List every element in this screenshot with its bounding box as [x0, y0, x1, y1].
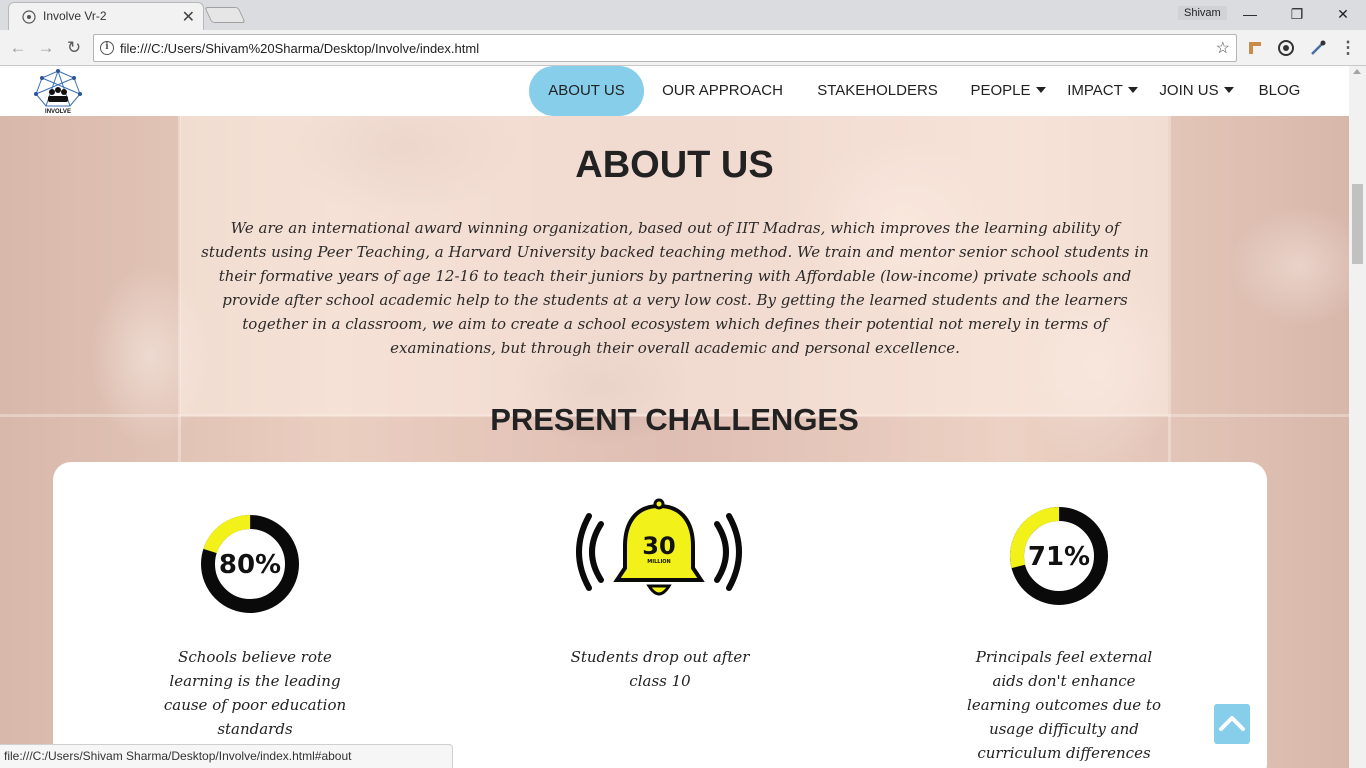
profile-button[interactable]: Shivam [1178, 6, 1227, 20]
page-viewport: INVOLVE ABOUT US OUR APPROACH STAKEHOLDE… [0, 66, 1349, 768]
nav-impact-label: IMPACT [1067, 82, 1123, 99]
restore-button[interactable]: ❐ [1277, 3, 1317, 25]
back-icon[interactable]: ← [7, 37, 29, 59]
logo-text: INVOLVE [45, 109, 71, 115]
caret-down-icon [1127, 87, 1138, 94]
back-to-top-button[interactable] [1214, 704, 1250, 744]
stat-value: 30 [642, 532, 675, 560]
eyedropper-icon[interactable] [1309, 39, 1327, 57]
window-close-button[interactable]: ✕ [1323, 3, 1363, 25]
record-extension-icon[interactable] [1277, 39, 1295, 57]
stat-donut-80: 80% [201, 515, 299, 613]
address-bar[interactable]: i file:///C:/Users/Shivam%20Sharma/Deskt… [93, 34, 1237, 62]
nav-people-label: PEOPLE [970, 82, 1031, 99]
stat-value: 71% [1028, 542, 1090, 572]
nav-join-us[interactable]: JOIN US [1155, 66, 1238, 116]
page-scrollbar[interactable] [1349, 66, 1366, 768]
scroll-thumb[interactable] [1352, 184, 1363, 264]
browser-titlebar: Involve Vr-2 ✕ Shivam — ❐ ✕ [0, 0, 1366, 30]
bookmark-star-icon[interactable]: ☆ [1216, 38, 1230, 58]
stat-caption: Students drop out after class 10 [570, 648, 750, 690]
browser-toolbar: ← → ↻ i file:///C:/Users/Shivam%20Sharma… [0, 30, 1366, 66]
about-title: ABOUT US [575, 144, 774, 186]
forward-icon[interactable]: → [35, 37, 57, 59]
new-tab-button[interactable] [204, 7, 246, 23]
stat-value: 80% [219, 550, 281, 580]
involve-logo[interactable]: INVOLVE [30, 68, 86, 116]
status-bar: file:///C:/Users/Shivam Sharma/Desktop/I… [0, 744, 453, 768]
stat-donut-71: 71% [1010, 507, 1108, 605]
caret-down-icon [1035, 87, 1046, 94]
browser-tab[interactable]: Involve Vr-2 ✕ [8, 2, 204, 30]
nav-stakeholders[interactable]: STAKEHOLDERS [811, 66, 944, 116]
stat-caption: Schools believe rote learning is the lea… [163, 648, 347, 738]
chevron-up-icon [1219, 716, 1245, 731]
tab-close-icon[interactable]: ✕ [182, 7, 195, 27]
nav-blog[interactable]: BLOG [1252, 66, 1307, 116]
nav-join-us-label: JOIN US [1159, 82, 1219, 99]
nav-our-approach[interactable]: OUR APPROACH [654, 66, 791, 116]
nav-impact[interactable]: IMPACT [1061, 66, 1144, 116]
site-navbar: INVOLVE ABOUT US OUR APPROACH STAKEHOLDE… [0, 66, 1349, 116]
nav-people[interactable]: PEOPLE [966, 66, 1050, 116]
stat-caption: Principals feel external aids don't enha… [967, 648, 1161, 762]
url-text[interactable]: file:///C:/Users/Shivam%20Sharma/Desktop… [120, 41, 479, 56]
about-text: We are an international award winning or… [201, 219, 1149, 357]
nav-about-us[interactable]: ABOUT US [529, 66, 644, 116]
tab-title: Involve Vr-2 [43, 9, 107, 23]
extension-icon[interactable] [1246, 39, 1264, 57]
favicon-icon [22, 10, 36, 24]
reload-icon[interactable]: ↻ [63, 37, 85, 59]
minimize-button[interactable]: — [1230, 3, 1270, 25]
challenges-card: 80% Schools believe rote learning is the… [53, 462, 1267, 768]
bell-icon: 30 MILLION [576, 498, 742, 596]
stat-subtext: MILLION [647, 559, 671, 565]
scroll-up-icon[interactable] [1353, 69, 1361, 74]
challenges-title: PRESENT CHALLENGES [490, 402, 859, 437]
menu-icon[interactable]: ⋮ [1337, 37, 1359, 59]
info-icon[interactable]: i [100, 41, 114, 55]
caret-down-icon [1223, 87, 1234, 94]
